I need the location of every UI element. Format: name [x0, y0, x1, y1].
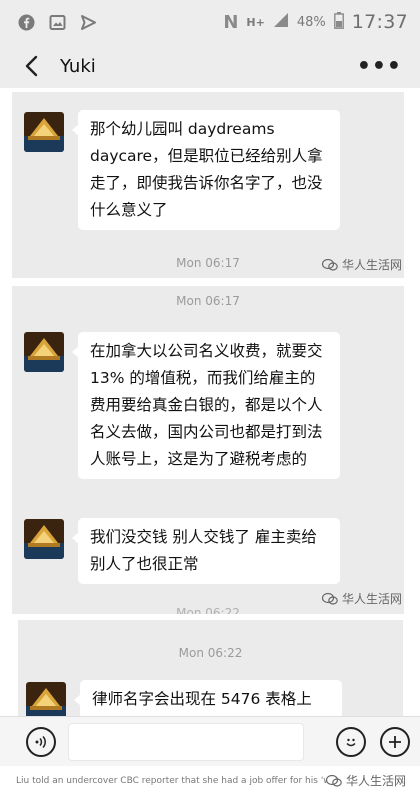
- message-bubble[interactable]: 律师名字会出现在 5476 表格上: [74, 680, 342, 716]
- battery-level: 48%: [296, 14, 326, 30]
- send-icon: [80, 14, 97, 31]
- contact-name: Yuki: [60, 55, 96, 77]
- facebook-icon: [18, 14, 35, 31]
- network-type: H+: [246, 15, 265, 29]
- message-text: 律师名字会出现在 5476 表格上: [92, 690, 312, 708]
- watermark: 华人生活网: [322, 256, 402, 273]
- voice-button[interactable]: [26, 726, 56, 757]
- add-button[interactable]: [380, 726, 410, 757]
- avatar: [24, 519, 64, 559]
- message-input[interactable]: [68, 722, 304, 761]
- chat-header: Yuki •••: [0, 44, 420, 88]
- chat-screenshot-3: Mon 06:22 律师名字会出现在 5476 表格上: [18, 620, 403, 716]
- wechat-logo-icon: [325, 774, 342, 787]
- emoji-button[interactable]: [336, 726, 366, 757]
- image-icon: [49, 14, 66, 31]
- status-bar: N H+ 48% 17:37: [0, 0, 420, 44]
- emoji-icon: [346, 738, 356, 746]
- signal-icon: [273, 12, 289, 32]
- clock: 17:37: [351, 11, 408, 33]
- watermark: 华人生活网: [325, 772, 406, 789]
- message-bubble[interactable]: 在加拿大以公司名义收费，就要交 13% 的增值税，而我们给雇主的费用要给真金白银…: [72, 332, 340, 479]
- timestamp-partial: Mon 06:22: [176, 606, 240, 614]
- timestamp: Mon 06:17: [176, 294, 240, 308]
- message-bubble[interactable]: 我们没交钱 别人交钱了 雇主卖给别人了也很正常: [72, 518, 340, 584]
- avatar: [24, 112, 64, 152]
- avatar: [24, 332, 64, 372]
- voice-icon: [35, 735, 46, 748]
- plus-icon: [389, 735, 401, 748]
- more-options-button[interactable]: •••: [357, 54, 408, 79]
- avatar: [26, 682, 66, 716]
- message-text: 在加拿大以公司名义收费，就要交 13% 的增值税，而我们给雇主的费用要给真金白银…: [90, 342, 323, 468]
- chat-screenshot-1: 那个幼儿园叫 daydreams daycare，但是职位已经给别人拿走了，即使…: [12, 92, 404, 278]
- wechat-logo-icon: [322, 592, 338, 605]
- watermark: 华人生活网: [322, 590, 402, 607]
- nfc-icon: N: [223, 11, 239, 33]
- back-icon[interactable]: [20, 53, 46, 79]
- wechat-logo-icon: [322, 258, 338, 271]
- message-bubble[interactable]: 那个幼儿园叫 daydreams daycare，但是职位已经给别人拿走了，即使…: [72, 110, 340, 230]
- message-text: 那个幼儿园叫 daydreams daycare，但是职位已经给别人拿走了，即使…: [90, 120, 323, 219]
- timestamp: Mon 06:22: [178, 646, 243, 660]
- chat-screenshot-2: Mon 06:17 在加拿大以公司名义收费，就要交 13% 的增值税，而我们给雇…: [12, 286, 404, 614]
- battery-icon: [333, 11, 344, 33]
- message-text: 我们没交钱 别人交钱了 雇主卖给别人了也很正常: [90, 528, 317, 573]
- input-bar: [0, 716, 420, 766]
